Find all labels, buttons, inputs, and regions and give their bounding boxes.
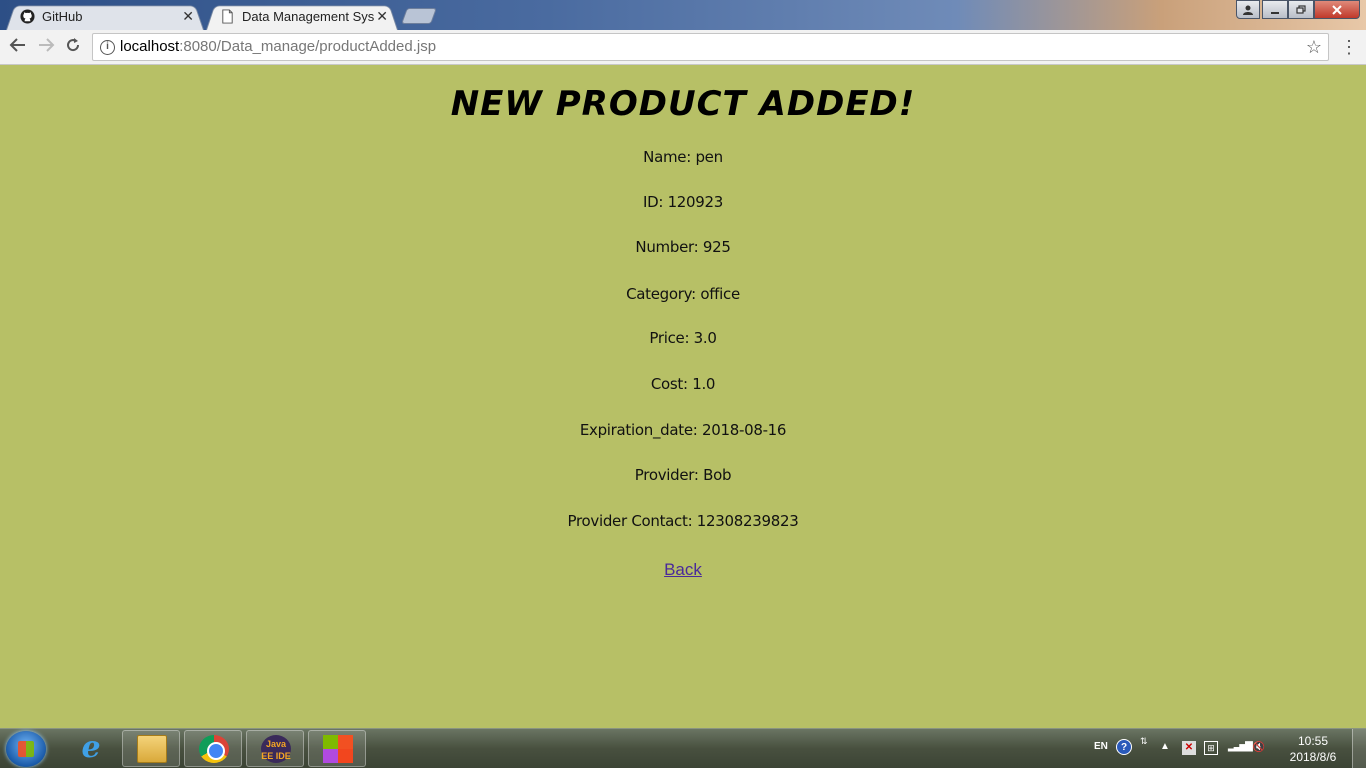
- windows-logo-icon: [18, 741, 34, 757]
- tab-label: GitHub: [42, 9, 83, 24]
- url-host: localhost: [120, 38, 180, 55]
- menu-dots-icon[interactable]: ⋮: [1340, 36, 1358, 58]
- url-path: :8080/Data_manage/productAdded.jsp: [179, 38, 437, 55]
- field-category: Category: office: [626, 285, 740, 303]
- back-link-container: Back: [0, 560, 1366, 580]
- field-provider: Provider: Bob: [634, 466, 732, 484]
- start-button[interactable]: [6, 731, 46, 767]
- restore-icon[interactable]: [1288, 0, 1314, 19]
- windows-taskbar: e Java EE IDE EN ? ⇅ ▲ ✕ ⊞ ▂▃▅▇ 🔇 10:55 …: [0, 728, 1366, 768]
- field-number: Number: 925: [635, 238, 731, 256]
- volume-muted-icon[interactable]: 🔇: [1252, 741, 1266, 755]
- close-icon[interactable]: ✕: [182, 8, 194, 25]
- field-provider-contact: Provider Contact: 12308239823: [567, 512, 799, 530]
- eclipse-javaee-icon: Java EE IDE: [261, 735, 291, 763]
- clock-date: 2018/8/6: [1289, 750, 1337, 764]
- chrome-icon: [199, 735, 229, 763]
- show-hidden-icons-icon[interactable]: ▲: [1160, 741, 1170, 752]
- user-profile-icon[interactable]: [1236, 0, 1260, 19]
- minimize-icon[interactable]: [1262, 0, 1288, 19]
- reload-icon[interactable]: [62, 36, 84, 58]
- back-link[interactable]: Back: [664, 560, 702, 579]
- info-icon[interactable]: i: [100, 40, 115, 55]
- wifi-signal-icon[interactable]: ▂▃▅▇: [1228, 741, 1253, 752]
- bookmark-star-icon[interactable]: ☆: [1306, 34, 1322, 60]
- page-icon: [222, 9, 233, 24]
- tab-github[interactable]: GitHub ✕: [6, 3, 204, 30]
- address-bar[interactable]: i localhost:8080/Data_manage/productAdde…: [92, 33, 1329, 61]
- folder-icon: [137, 735, 167, 763]
- browser-title-bar: GitHub ✕ Data Management Syst ✕: [0, 0, 1366, 30]
- clock[interactable]: 10:55 2018/8/6: [1280, 733, 1346, 765]
- back-arrow-icon[interactable]: [7, 36, 29, 58]
- tab-label: Data Management Syst: [242, 9, 374, 24]
- page-content: NEW PRODUCT ADDED! Name: pen ID: 120923 …: [0, 66, 1366, 728]
- field-name: Name: pen: [643, 148, 723, 166]
- taskbar-javaee[interactable]: Java EE IDE: [246, 730, 304, 767]
- url-text: localhost:8080/Data_manage/productAdded.…: [120, 34, 436, 60]
- field-price: Price: 3.0: [649, 329, 717, 347]
- taskbar-chrome[interactable]: [184, 730, 242, 767]
- field-expiration-date: Expiration_date: 2018-08-16: [579, 421, 787, 439]
- taskbar-explorer[interactable]: [122, 730, 180, 767]
- browser-toolbar: i localhost:8080/Data_manage/productAdde…: [0, 30, 1366, 65]
- new-tab-button[interactable]: [401, 8, 437, 24]
- app-tiles-icon: [323, 735, 353, 763]
- system-tray: EN ? ⇅ ▲ ✕ ⊞ ▂▃▅▇ 🔇: [1090, 729, 1276, 768]
- github-icon: [20, 9, 35, 24]
- show-desktop-button[interactable]: [1352, 729, 1366, 768]
- language-indicator[interactable]: EN: [1094, 741, 1108, 752]
- ime-icon[interactable]: ⇅: [1140, 737, 1148, 746]
- close-window-icon[interactable]: [1314, 0, 1360, 19]
- network-icon[interactable]: ⊞: [1204, 741, 1218, 755]
- taskbar-app[interactable]: [308, 730, 366, 767]
- forward-arrow-icon[interactable]: [35, 36, 57, 58]
- clock-time: 10:55: [1297, 734, 1329, 748]
- taskbar-ie[interactable]: e: [62, 730, 120, 767]
- close-icon[interactable]: ✕: [376, 8, 388, 25]
- help-icon[interactable]: ?: [1116, 739, 1132, 755]
- tab-data-management[interactable]: Data Management Syst ✕: [206, 3, 398, 30]
- internet-explorer-icon: e: [81, 730, 101, 765]
- action-center-flag-icon[interactable]: ✕: [1182, 741, 1196, 755]
- field-cost: Cost: 1.0: [650, 375, 716, 393]
- field-id: ID: 120923: [642, 193, 724, 211]
- page-title: NEW PRODUCT ADDED!: [450, 84, 916, 124]
